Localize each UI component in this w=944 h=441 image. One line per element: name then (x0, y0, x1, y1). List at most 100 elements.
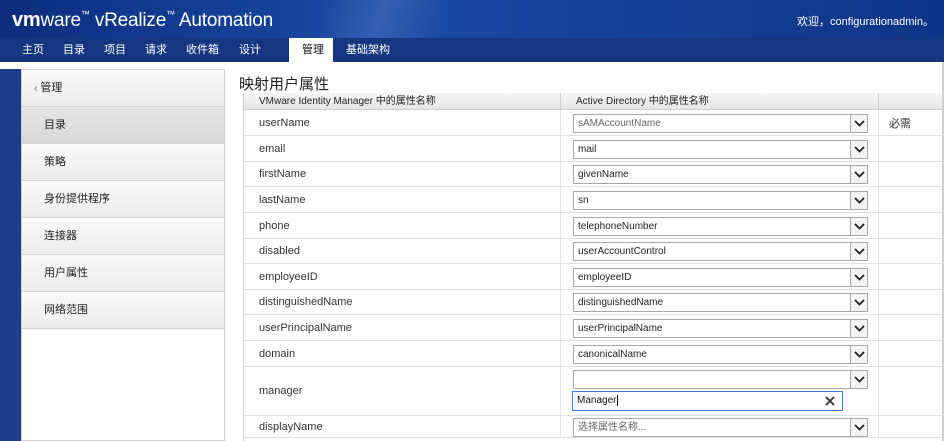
vidm-attribute-name: userName (244, 110, 561, 135)
ad-attribute-dropdown[interactable]: distinguishedName (573, 293, 868, 312)
chevron-down-icon[interactable] (850, 115, 867, 132)
search-input-value: Manager (577, 394, 619, 406)
table-row: manager Manager (244, 367, 944, 416)
ad-attribute-dropdown[interactable]: mail (573, 140, 868, 159)
logo-vm: vm (12, 9, 41, 31)
sidebar-item-directories[interactable]: 目录 (22, 107, 224, 144)
sidebar-item-connectors[interactable]: 连接器 (22, 218, 224, 255)
vidm-attribute-name: displayName (244, 416, 561, 437)
tab-requests[interactable]: 请求 (137, 38, 175, 62)
ad-attribute-dropdown[interactable]: sn (573, 191, 868, 210)
close-icon[interactable] (824, 395, 836, 407)
table-row: displayName 选择属性名称... (244, 416, 944, 438)
required-indicator: 必需 (889, 117, 911, 130)
chevron-down-icon[interactable] (850, 218, 867, 235)
attribute-mapping-table: VMware Identity Manager 中的属性名称 Active Di… (243, 93, 944, 441)
tab-items[interactable]: 项目 (96, 38, 134, 62)
sidebar-item-user-attributes[interactable]: 用户属性 (22, 255, 224, 292)
ad-attribute-dropdown[interactable]: givenName (573, 165, 868, 184)
required-indicator (879, 290, 944, 314)
dropdown-value: canonicalName (578, 349, 647, 360)
page-title: 映射用户属性 (239, 76, 330, 93)
main-content: 映射用户属性 VMware Identity Manager 中的属性名称 Ac… (225, 69, 944, 441)
sidebar-item-policies[interactable]: 策略 (22, 144, 224, 181)
dropdown-value: 选择属性名称... (578, 422, 647, 433)
tab-administration[interactable]: 管理 (289, 38, 333, 63)
tab-design[interactable]: 设计 (231, 38, 269, 62)
dropdown-value: employeeID (578, 272, 632, 283)
chevron-down-icon[interactable] (850, 294, 867, 311)
logo-suffix: Automation (178, 10, 274, 31)
ad-attribute-dropdown[interactable]: telephoneNumber (573, 217, 868, 236)
attribute-search-input[interactable]: Manager (572, 391, 843, 411)
main-nav: 主页 目录 项目 请求 收件箱 设计 管理 基础架构 (0, 38, 944, 63)
ad-attribute-dropdown[interactable]: userPrincipalName (573, 319, 868, 338)
required-indicator (879, 341, 944, 366)
table-row: domain canonicalName (244, 341, 944, 367)
ad-attribute-cell: employeeID (561, 264, 879, 289)
vidm-attribute-name: domain (244, 341, 561, 366)
ad-attribute-cell: mail (561, 136, 879, 161)
ad-attribute-cell: distinguishedName (561, 290, 879, 314)
ad-attribute-cell: givenName (561, 162, 879, 186)
table-row: email mail (244, 136, 944, 162)
tab-home[interactable]: 主页 (14, 38, 52, 62)
required-indicator (879, 367, 944, 415)
ad-attribute-cell: userAccountControl (561, 239, 879, 263)
ad-attribute-cell: canonicalName (561, 341, 879, 366)
chevron-down-icon[interactable] (850, 192, 867, 209)
vidm-attribute-name: distinguishedName (244, 290, 561, 314)
table-row: userName sAMAccountName 必需 (244, 110, 944, 136)
chevron-down-icon[interactable] (850, 166, 867, 183)
ad-attribute-cell: 选择属性名称... (561, 416, 879, 437)
sidebar-back-label: 管理 (40, 82, 63, 94)
chevron-down-icon[interactable] (850, 346, 867, 363)
sidebar-back-administration[interactable]: ‹ 管理 (22, 70, 224, 107)
user-greeting[interactable]: 欢迎，configurationadmin。 (797, 13, 934, 29)
table-row: lastName sn (244, 187, 944, 213)
app-logo: vmware™ vRealize™ Automation (12, 9, 274, 31)
table-row: distinguishedName distinguishedName (244, 290, 944, 315)
required-indicator (879, 315, 944, 340)
vidm-attribute-name: userPrincipalName (244, 315, 561, 340)
chevron-down-icon[interactable] (850, 243, 867, 260)
chevron-down-icon[interactable] (850, 141, 867, 158)
ad-attribute-cell: Manager (561, 367, 879, 415)
vidm-attribute-name: disabled (244, 239, 561, 263)
sidebar-item-identity-providers[interactable]: 身份提供程序 (22, 181, 224, 218)
tab-catalog[interactable]: 目录 (55, 38, 93, 62)
vidm-attribute-name: firstName (244, 162, 561, 186)
table-row: userPrincipalName userPrincipalName (244, 315, 944, 341)
required-indicator (879, 136, 944, 161)
ad-attribute-dropdown[interactable] (573, 370, 868, 389)
chevron-down-icon[interactable] (850, 269, 867, 286)
chevron-down-icon[interactable] (850, 371, 867, 388)
ad-attribute-dropdown[interactable]: 选择属性名称... (573, 418, 868, 437)
vidm-attribute-name: email (244, 136, 561, 161)
admin-sidebar: ‹ 管理 目录 策略 身份提供程序 连接器 用户属性 网络范围 (21, 69, 225, 441)
column-header-vidm: VMware Identity Manager 中的属性名称 (244, 93, 561, 110)
chevron-left-icon: ‹ (34, 83, 38, 94)
tab-infrastructure[interactable]: 基础架构 (338, 38, 398, 62)
required-indicator (879, 239, 944, 263)
ad-attribute-dropdown[interactable]: sAMAccountName (573, 114, 868, 133)
sidebar-item-network-ranges[interactable]: 网络范围 (22, 292, 224, 329)
banner-decoration (320, 0, 440, 38)
chevron-down-icon[interactable] (850, 419, 867, 436)
dropdown-value: givenName (578, 169, 629, 180)
dropdown-value: distinguishedName (578, 297, 664, 308)
required-indicator (879, 264, 944, 289)
ad-attribute-dropdown[interactable]: userAccountControl (573, 242, 868, 261)
required-indicator (879, 213, 944, 238)
dropdown-value: sAMAccountName (578, 118, 661, 129)
chevron-down-icon[interactable] (850, 320, 867, 337)
ad-attribute-cell: userPrincipalName (561, 315, 879, 340)
ad-attribute-dropdown[interactable]: canonicalName (573, 345, 868, 364)
ad-attribute-dropdown[interactable]: employeeID (573, 268, 868, 287)
ad-attribute-cell: sn (561, 187, 879, 212)
top-banner: vmware™ vRealize™ Automation 欢迎，configur… (0, 0, 944, 38)
required-indicator (879, 162, 944, 186)
logo-ware: ware (40, 10, 82, 31)
required-indicator (879, 416, 944, 437)
tab-inbox[interactable]: 收件箱 (178, 38, 227, 62)
